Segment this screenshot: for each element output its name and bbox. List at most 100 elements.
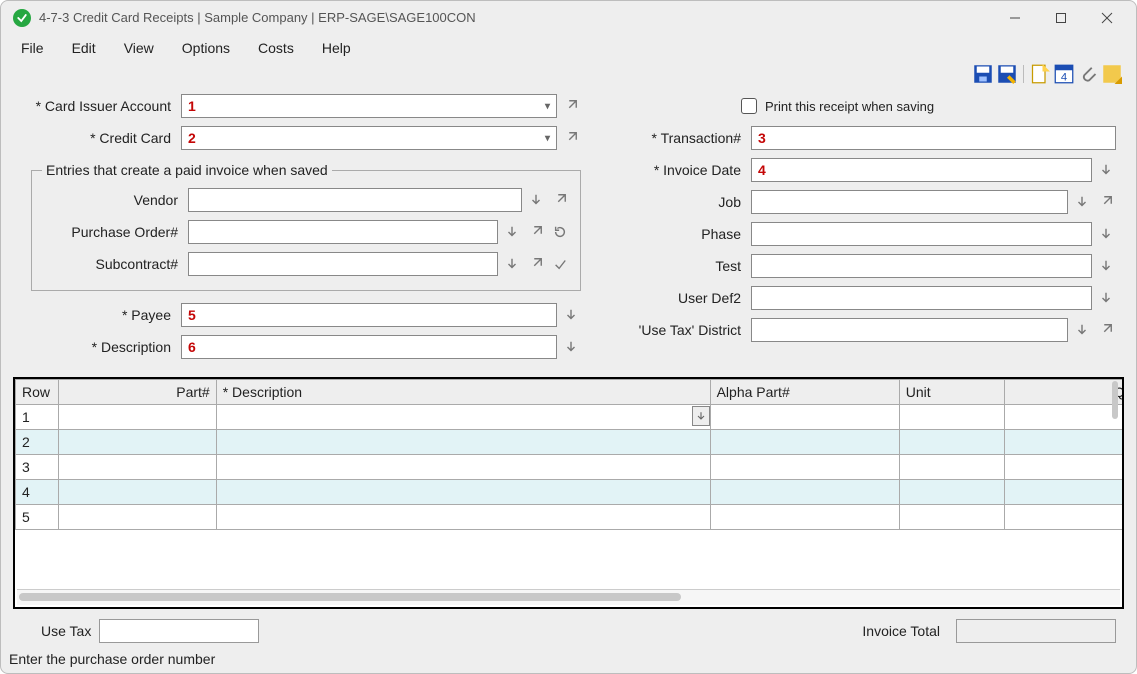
close-button[interactable] (1084, 1, 1130, 34)
lookup-icon[interactable] (1096, 160, 1116, 180)
po-input[interactable] (188, 220, 498, 244)
titlebar: 4-7-3 Credit Card Receipts | Sample Comp… (1, 1, 1136, 34)
transaction-label: * Transaction# (621, 130, 751, 146)
table-row[interactable]: 3 (16, 455, 1123, 480)
test-label: Test (621, 258, 751, 274)
save-icon[interactable] (973, 64, 993, 84)
open-link-icon[interactable] (561, 128, 581, 148)
minimize-button[interactable] (992, 1, 1038, 34)
table-row[interactable]: 4 (16, 480, 1123, 505)
print-receipt-label: Print this receipt when saving (765, 99, 934, 114)
table-row[interactable]: 1 (16, 405, 1123, 430)
note-icon[interactable] (1102, 64, 1122, 84)
toolbar-separator (1023, 65, 1024, 83)
open-link-icon[interactable] (1096, 320, 1116, 340)
use-tax-input[interactable] (99, 619, 259, 643)
invoice-date-input[interactable] (751, 158, 1092, 182)
subcontract-label: Subcontract# (42, 256, 188, 272)
phase-label: Phase (621, 226, 751, 242)
description-input[interactable] (181, 335, 557, 359)
lookup-icon[interactable] (561, 305, 581, 325)
col-row[interactable]: Row (16, 380, 59, 405)
print-receipt-checkbox[interactable] (741, 98, 757, 114)
grid-hscrollbar[interactable] (17, 589, 1120, 605)
form-icon[interactable]: 4 (1054, 64, 1074, 84)
usetax-district-label: 'Use Tax' District (621, 322, 751, 338)
phase-input[interactable] (751, 222, 1092, 246)
new-icon[interactable] (1030, 64, 1050, 84)
credit-card-combo[interactable]: 2 ▾ (181, 126, 557, 150)
use-tax-label: Use Tax (41, 623, 91, 639)
lookup-icon[interactable] (502, 254, 522, 274)
row-num: 2 (16, 430, 59, 455)
menu-file[interactable]: File (9, 37, 56, 59)
col-unit[interactable]: Unit (899, 380, 1004, 405)
footer-totals: Use Tax Invoice Total (1, 609, 1136, 649)
menu-options[interactable]: Options (170, 37, 242, 59)
userdef2-label: User Def2 (621, 290, 751, 306)
svg-text:4: 4 (1061, 71, 1067, 83)
lookup-icon[interactable] (502, 222, 522, 242)
open-link-icon[interactable] (561, 96, 581, 116)
chevron-down-icon: ▾ (545, 133, 550, 144)
lookup-icon[interactable] (1096, 256, 1116, 276)
table-row[interactable]: 5 (16, 505, 1123, 530)
menu-help[interactable]: Help (310, 37, 363, 59)
form-left: * Card Issuer Account 1 ▾ * Credit Card … (21, 90, 581, 363)
menubar: File Edit View Options Costs Help (1, 34, 1136, 61)
card-issuer-value: 1 (188, 98, 196, 114)
description-label: * Description (21, 339, 181, 355)
check-icon[interactable] (550, 254, 570, 274)
attach-icon[interactable] (1078, 64, 1098, 84)
grid-vscrollbar[interactable] (1110, 381, 1120, 421)
lookup-icon[interactable] (561, 337, 581, 357)
card-issuer-combo[interactable]: 1 ▾ (181, 94, 557, 118)
open-link-icon[interactable] (550, 190, 570, 210)
subcontract-input[interactable] (188, 252, 498, 276)
detail-grid: Row Part# * Description Alpha Part# Unit… (13, 377, 1124, 609)
col-part[interactable]: Part# (59, 380, 217, 405)
status-text: Enter the purchase order number (9, 651, 215, 667)
lookup-icon[interactable] (1096, 288, 1116, 308)
status-bar: Enter the purchase order number (1, 649, 1136, 673)
grid-body[interactable]: Row Part# * Description Alpha Part# Unit… (15, 379, 1122, 589)
col-desc[interactable]: * Description (216, 380, 710, 405)
menu-edit[interactable]: Edit (60, 37, 108, 59)
col-alpha[interactable]: Alpha Part# (710, 380, 899, 405)
lookup-icon[interactable] (1096, 224, 1116, 244)
po-label: Purchase Order# (42, 224, 188, 240)
maximize-button[interactable] (1038, 1, 1084, 34)
job-input[interactable] (751, 190, 1068, 214)
toolbar: 4 (1, 61, 1136, 90)
test-input[interactable] (751, 254, 1092, 278)
row-num: 1 (16, 405, 59, 430)
open-link-icon[interactable] (526, 222, 546, 242)
menu-costs[interactable]: Costs (246, 37, 306, 59)
open-link-icon[interactable] (526, 254, 546, 274)
transaction-input[interactable] (751, 126, 1116, 150)
lookup-icon[interactable] (1072, 320, 1092, 340)
vendor-label: Vendor (42, 192, 188, 208)
row-num: 3 (16, 455, 59, 480)
window-title: 4-7-3 Credit Card Receipts | Sample Comp… (39, 10, 476, 25)
userdef2-input[interactable] (751, 286, 1092, 310)
save-as-icon[interactable] (997, 64, 1017, 84)
open-link-icon[interactable] (1096, 192, 1116, 212)
payee-label: * Payee (21, 307, 181, 323)
invoice-total-value (956, 619, 1116, 643)
col-qty[interactable]: Quantity (1004, 380, 1122, 405)
lookup-icon[interactable] (526, 190, 546, 210)
menu-view[interactable]: View (112, 37, 166, 59)
lookup-icon[interactable] (1072, 192, 1092, 212)
card-issuer-label: * Card Issuer Account (21, 98, 181, 114)
invoice-total-label: Invoice Total (862, 623, 940, 639)
app-icon (13, 9, 31, 27)
table-row[interactable]: 2 (16, 430, 1123, 455)
group-legend: Entries that create a paid invoice when … (42, 162, 332, 178)
usetax-district-input[interactable] (751, 318, 1068, 342)
refresh-icon[interactable] (550, 222, 570, 242)
chevron-down-icon: ▾ (545, 101, 550, 112)
cell-dropdown-icon[interactable] (692, 406, 710, 426)
vendor-input[interactable] (188, 188, 522, 212)
payee-input[interactable] (181, 303, 557, 327)
